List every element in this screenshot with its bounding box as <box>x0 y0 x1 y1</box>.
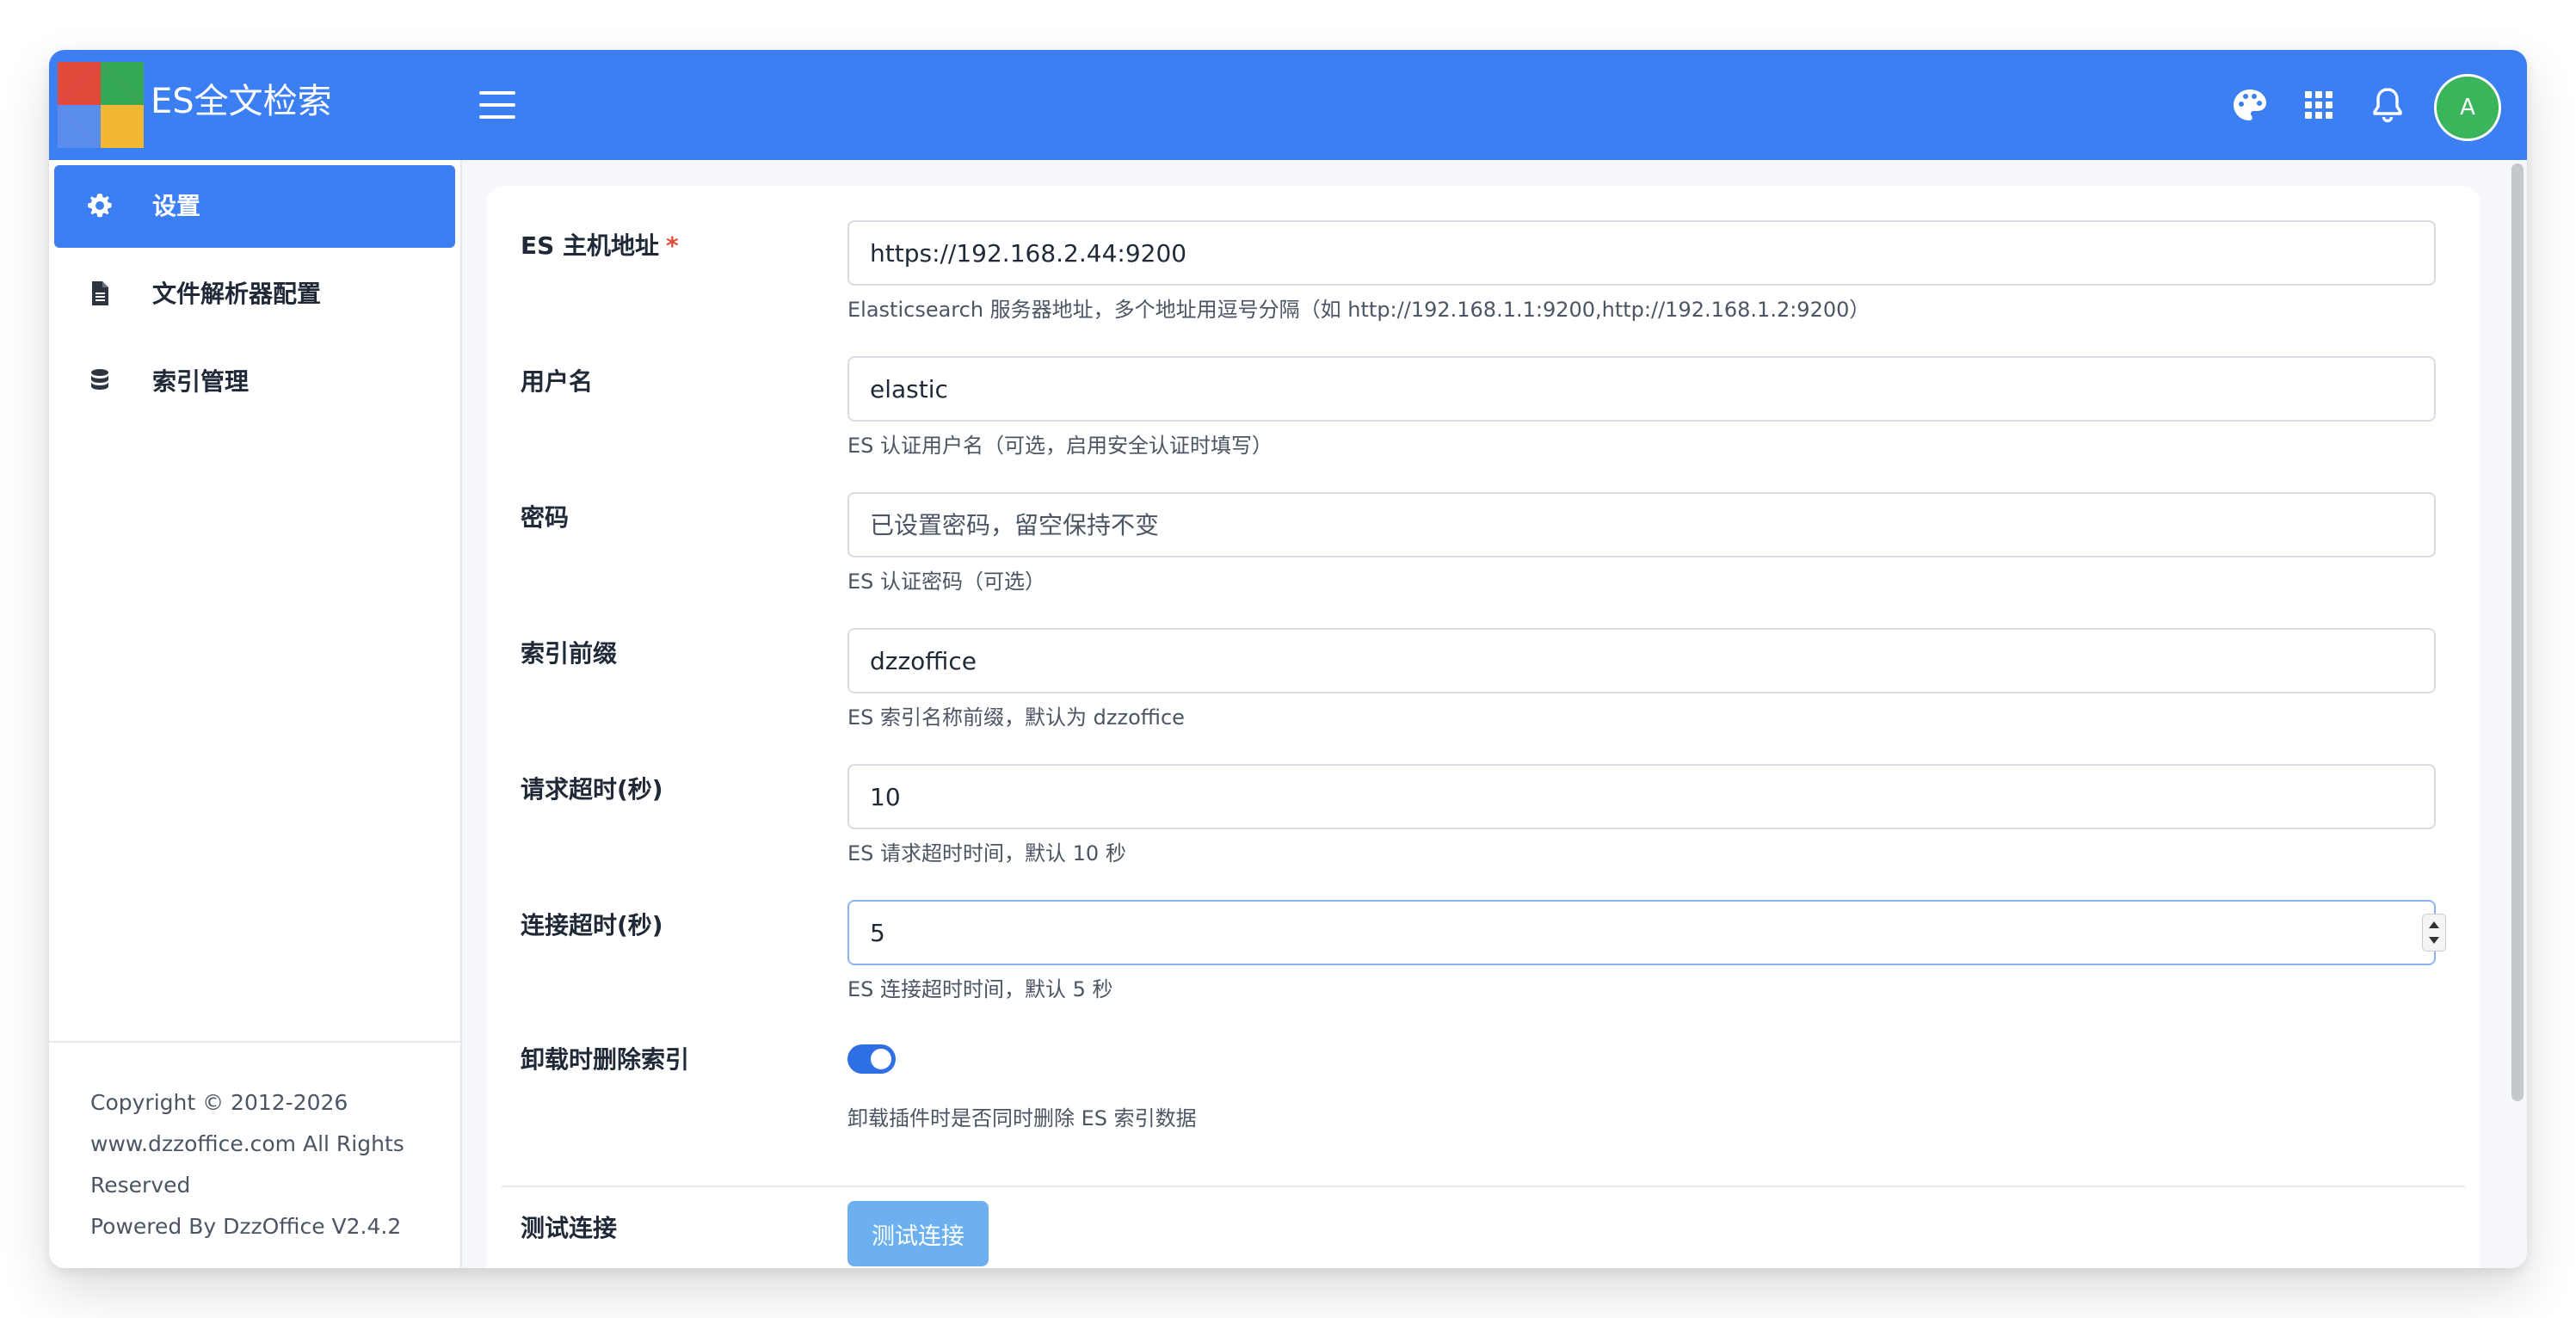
connect-timeout-input[interactable] <box>847 900 2436 965</box>
delete-on-uninstall-toggle[interactable] <box>847 1044 896 1074</box>
request-timeout-label: 请求超时(秒) <box>521 775 663 804</box>
host-label: ES 主机地址 * <box>521 231 679 260</box>
password-label: 密码 <box>521 503 570 532</box>
number-stepper[interactable] <box>2422 914 2446 952</box>
app-logo <box>58 62 144 148</box>
toggle-knob <box>871 1049 891 1069</box>
username-help: ES 认证用户名（可选，启用安全认证时填写） <box>847 434 1273 458</box>
request-timeout-input[interactable] <box>847 764 2436 829</box>
database-icon <box>85 366 114 396</box>
stepper-down-icon[interactable] <box>2429 937 2439 944</box>
username-label: 用户名 <box>521 367 594 396</box>
bell-icon[interactable] <box>2367 84 2408 126</box>
file-icon <box>85 279 114 308</box>
password-input[interactable] <box>847 492 2436 557</box>
sidebar-item-label: 文件解析器配置 <box>152 280 322 308</box>
palette-icon[interactable] <box>2229 84 2271 126</box>
apps-grid-icon[interactable] <box>2298 84 2339 126</box>
menu-toggle-icon[interactable] <box>479 88 517 122</box>
required-mark: * <box>666 231 679 260</box>
host-help: Elasticsearch 服务器地址，多个地址用逗号分隔（如 http://1… <box>847 298 1870 322</box>
sidebar-item-index-management[interactable]: 索引管理 <box>54 341 455 423</box>
form-divider <box>502 1186 2465 1187</box>
username-input[interactable] <box>847 356 2436 422</box>
sidebar: 设置 文件解析器配置 索引管理 Copyright © 2012-2026 ww… <box>49 160 462 1268</box>
stepper-up-icon[interactable] <box>2429 921 2439 928</box>
app-title: ES全文检索 <box>151 82 332 121</box>
copyright-line: www.dzzoffice.com All Rights <box>90 1131 404 1156</box>
index-prefix-help: ES 索引名称前缀，默认为 dzzoffice <box>847 705 1185 730</box>
connect-timeout-wrapper <box>486 900 2480 965</box>
sidebar-item-label: 索引管理 <box>152 367 250 396</box>
index-prefix-input[interactable] <box>847 628 2436 693</box>
delete-on-uninstall-label: 卸载时删除索引 <box>521 1045 690 1074</box>
top-header: ES全文检索 A <box>49 50 2527 160</box>
brand[interactable]: ES全文检索 <box>49 50 453 160</box>
connect-timeout-help: ES 连接超时时间，默认 5 秒 <box>847 977 1113 1001</box>
copyright-line: Reserved <box>90 1173 191 1198</box>
settings-form-card: ES 主机地址* Elasticsearch 服务器地址，多个地址用逗号分隔（如… <box>486 186 2480 1268</box>
app-window: ES全文检索 A 设置 文件解析器配置 索引管理 Copyright © 201… <box>49 50 2527 1268</box>
host-input[interactable] <box>847 220 2436 286</box>
powered-by: Powered By DzzOffice V2.4.2 <box>90 1214 402 1239</box>
user-avatar[interactable]: A <box>2434 74 2501 141</box>
copyright-line: Copyright © 2012-2026 <box>90 1090 348 1115</box>
test-connection-button[interactable]: 测试连接 <box>847 1201 989 1266</box>
test-connection-label: 测试连接 <box>521 1214 618 1242</box>
sidebar-divider <box>49 1041 460 1043</box>
main-content: ES 主机地址* Elasticsearch 服务器地址，多个地址用逗号分隔（如… <box>462 160 2527 1268</box>
request-timeout-help: ES 请求超时时间，默认 10 秒 <box>847 841 1126 865</box>
sidebar-item-file-parser[interactable]: 文件解析器配置 <box>54 253 455 336</box>
password-help: ES 认证密码（可选） <box>847 570 1046 594</box>
delete-on-uninstall-help: 卸载插件时是否同时删除 ES 索引数据 <box>847 1106 1197 1130</box>
sidebar-item-label: 设置 <box>152 192 201 220</box>
gear-icon <box>85 191 114 220</box>
copyright-footer: Copyright © 2012-2026 www.dzzoffice.com … <box>90 1082 452 1247</box>
index-prefix-label: 索引前缀 <box>521 639 618 668</box>
sidebar-item-settings[interactable]: 设置 <box>54 165 455 248</box>
vertical-scrollbar[interactable] <box>2511 163 2524 1101</box>
